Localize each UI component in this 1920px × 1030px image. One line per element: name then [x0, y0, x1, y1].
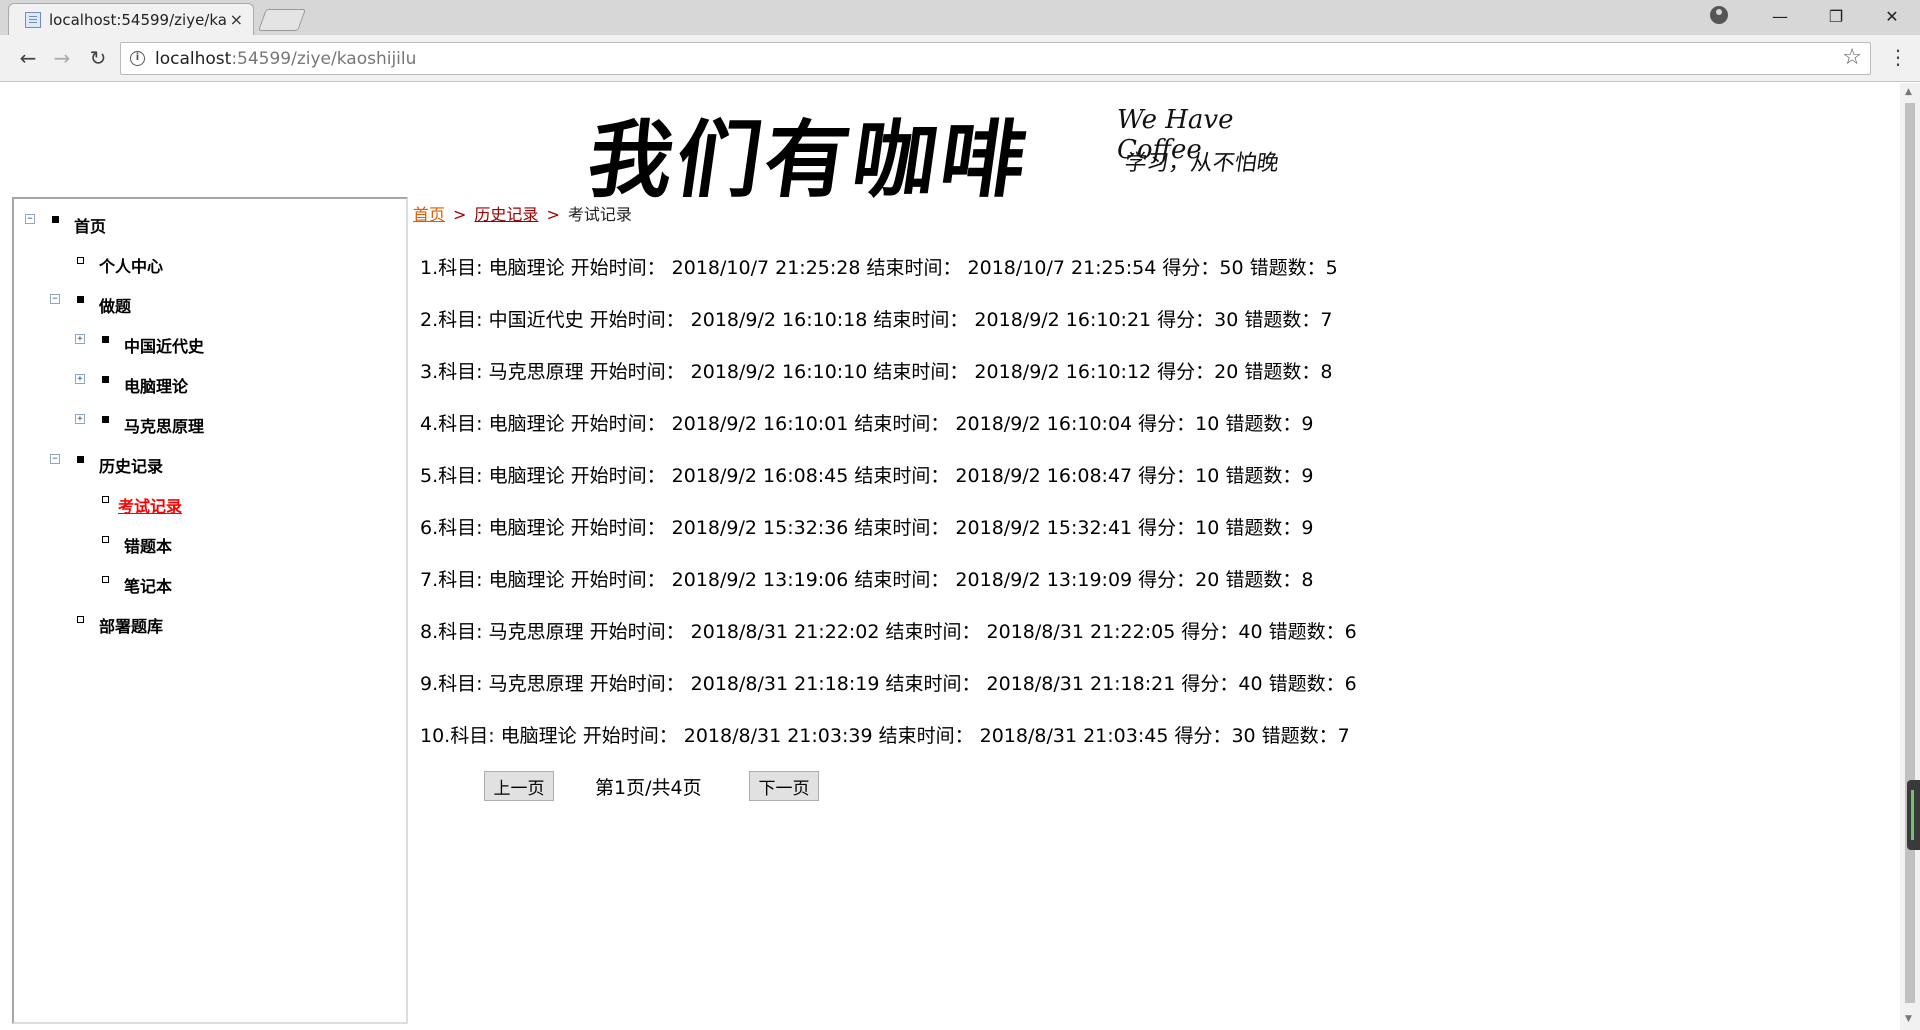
- node-bullet-icon: [102, 576, 109, 583]
- breadcrumb-separator-icon: >: [546, 205, 560, 224]
- scroll-up-icon[interactable]: ▲: [1905, 87, 1912, 97]
- exam-record-row: 3.科目: 马克思原理 开始时间： 2018/9/2 16:10:10 结束时间…: [420, 361, 1333, 383]
- page-indicator: 第1页/共4页: [595, 777, 702, 799]
- minimize-button[interactable]: —: [1752, 0, 1808, 32]
- breadcrumb-history-link[interactable]: 历史记录: [474, 205, 538, 224]
- exam-record-row: 1.科目: 电脑理论 开始时间： 2018/10/7 21:25:28 结束时间…: [420, 257, 1338, 279]
- exam-record-row: 5.科目: 电脑理论 开始时间： 2018/9/2 16:08:45 结束时间：…: [420, 465, 1314, 487]
- exam-record-row: 6.科目: 电脑理论 开始时间： 2018/9/2 15:32:36 结束时间：…: [420, 517, 1314, 539]
- collapse-icon[interactable]: −: [50, 454, 60, 464]
- exam-record-row: 2.科目: 中国近代史 开始时间： 2018/9/2 16:10:18 结束时间…: [420, 309, 1333, 331]
- exam-record-row: 7.科目: 电脑理论 开始时间： 2018/9/2 13:19:06 结束时间：…: [420, 569, 1314, 591]
- tree-item-practice[interactable]: 做题: [99, 293, 131, 317]
- forward-icon[interactable]: →: [48, 44, 76, 72]
- tree-item-home[interactable]: 首页: [74, 213, 106, 237]
- tree-item-mistake-book[interactable]: 错题本: [124, 533, 172, 557]
- back-icon[interactable]: ←: [14, 44, 42, 72]
- url-text: localhost:54599/ziye/kaoshijilu: [155, 49, 416, 69]
- collapse-icon[interactable]: −: [25, 214, 35, 224]
- profile-icon[interactable]: [1710, 6, 1728, 24]
- breadcrumb: 首页 > 历史记录 > 考试记录: [413, 201, 632, 225]
- vertical-scrollbar[interactable]: ▲ ▼: [1900, 83, 1920, 1030]
- tab-strip: localhost:54599/ziye/ka × — ❐ ✕: [0, 0, 1920, 35]
- breadcrumb-home-link[interactable]: 首页: [413, 205, 445, 224]
- node-bullet-icon: [102, 536, 109, 543]
- breadcrumb-separator-icon: >: [453, 205, 467, 224]
- bookmark-star-icon[interactable]: ☆: [1842, 45, 1862, 70]
- restore-button[interactable]: ❐: [1808, 0, 1864, 32]
- page-favicon-icon: [25, 12, 41, 28]
- tree-item-notebook[interactable]: 笔记本: [124, 573, 172, 597]
- site-logo: 我们有咖啡 We Have Coffee 学习，从不怕晚: [582, 93, 1310, 209]
- collapse-icon[interactable]: −: [50, 294, 60, 304]
- browser-tab[interactable]: localhost:54599/ziye/ka ×: [8, 3, 254, 35]
- node-bullet-icon: [77, 456, 84, 463]
- scroll-down-icon[interactable]: ▼: [1905, 1014, 1912, 1024]
- tab-close-icon[interactable]: ×: [230, 10, 243, 29]
- node-bullet-icon: [52, 216, 59, 223]
- node-bullet-icon: [77, 296, 84, 303]
- tree-item-exam-records[interactable]: 考试记录: [118, 493, 182, 517]
- side-widget-handle[interactable]: [1907, 780, 1920, 850]
- exam-record-row: 10.科目: 电脑理论 开始时间： 2018/8/31 21:03:39 结束时…: [420, 725, 1350, 747]
- tree-item-deploy-bank[interactable]: 部署题库: [99, 613, 163, 637]
- logo-main-text: 我们有咖啡: [582, 110, 1037, 209]
- exam-record-row: 9.科目: 马克思原理 开始时间： 2018/8/31 21:18:19 结束时…: [420, 673, 1357, 695]
- reload-icon[interactable]: ↻: [84, 44, 112, 72]
- next-page-button[interactable]: 下一页: [749, 771, 819, 801]
- node-bullet-icon: [77, 616, 84, 623]
- browser-menu-icon[interactable]: ⋮: [1888, 45, 1908, 69]
- close-window-button[interactable]: ✕: [1864, 0, 1920, 32]
- node-bullet-icon: [102, 496, 109, 503]
- exam-record-row: 8.科目: 马克思原理 开始时间： 2018/8/31 21:22:02 结束时…: [420, 621, 1357, 643]
- expand-icon[interactable]: +: [75, 334, 85, 344]
- prev-page-button[interactable]: 上一页: [484, 771, 554, 801]
- expand-icon[interactable]: +: [75, 374, 85, 384]
- url-path: :54599/ziye/kaoshijilu: [231, 49, 417, 69]
- tree-item-modern-history[interactable]: 中国近代史: [124, 333, 204, 357]
- logo-slogan-text: 学习，从不怕晚: [1122, 151, 1281, 176]
- new-tab-button[interactable]: [257, 9, 307, 31]
- node-bullet-icon: [102, 376, 109, 383]
- url-host: localhost: [155, 49, 232, 69]
- node-bullet-icon: [77, 257, 84, 264]
- site-info-icon[interactable]: i: [130, 51, 145, 66]
- address-bar[interactable]: i localhost:54599/ziye/kaoshijilu ☆: [120, 42, 1871, 75]
- exam-record-row: 4.科目: 电脑理论 开始时间： 2018/9/2 16:10:01 结束时间：…: [420, 413, 1314, 435]
- expand-icon[interactable]: +: [75, 414, 85, 424]
- tree-item-history[interactable]: 历史记录: [99, 453, 163, 477]
- scrollbar-thumb[interactable]: [1905, 103, 1915, 1003]
- breadcrumb-current: 考试记录: [567, 205, 632, 224]
- node-bullet-icon: [102, 416, 109, 423]
- browser-toolbar: ← → ↻ i localhost:54599/ziye/kaoshijilu …: [0, 35, 1920, 82]
- tree-item-personal-center[interactable]: 个人中心: [99, 253, 163, 277]
- tree-item-computer-theory[interactable]: 电脑理论: [124, 373, 188, 397]
- sidebar-tree: − 首页 个人中心 − 做题 + 中国近代史 + 电脑理论 + 马克思原理 − …: [12, 197, 408, 1024]
- tab-title: localhost:54599/ziye/ka: [49, 11, 227, 29]
- page-content: 我们有咖啡 We Have Coffee 学习，从不怕晚 − 首页 个人中心 −…: [0, 83, 1900, 1030]
- node-bullet-icon: [102, 336, 109, 343]
- tree-item-marxism[interactable]: 马克思原理: [124, 413, 204, 437]
